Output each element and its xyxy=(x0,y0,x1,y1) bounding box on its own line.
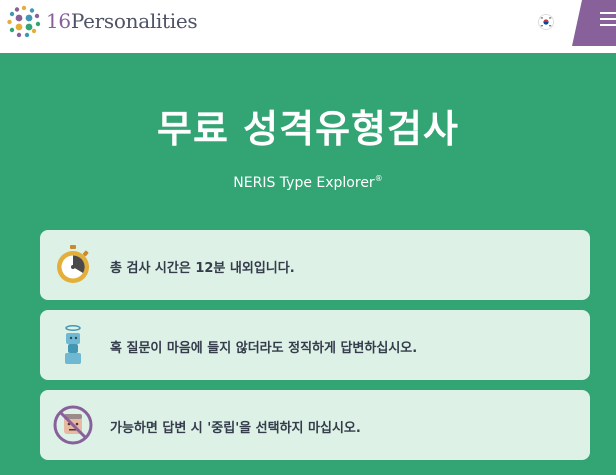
brand-text: Personalities xyxy=(70,9,198,33)
korea-flag-icon[interactable] xyxy=(538,14,554,30)
info-card-text: 가능하면 답변 시 '중립'을 선택하지 마십시오. xyxy=(110,421,361,436)
brand-name[interactable]: 16Personalities xyxy=(46,9,198,33)
info-card-time: 총 검사 시간은 12분 내외입니다. xyxy=(40,230,590,300)
info-card-neutral: 가능하면 답변 시 '중립'을 선택하지 마십시오. xyxy=(40,390,590,460)
brand-number: 16 xyxy=(46,9,71,33)
subtitle-text: NERIS Type Explorer xyxy=(233,175,375,191)
info-card-text: 총 검사 시간은 12분 내외입니다. xyxy=(110,261,295,276)
hamburger-menu-icon[interactable] xyxy=(600,12,616,30)
page-subtitle: NERIS Type Explorer® xyxy=(0,174,616,191)
registered-mark: ® xyxy=(374,174,383,183)
site-header: 16Personalities xyxy=(0,0,616,53)
info-card-text: 혹 질문이 마음에 들지 않더라도 정직하게 답변하십시오. xyxy=(110,341,418,356)
stopwatch-icon xyxy=(57,245,89,283)
info-card-honesty: 혹 질문이 마음에 들지 않더라도 정직하게 답변하십시오. xyxy=(40,310,590,380)
page-title: 무료 성격유형검사 xyxy=(157,107,459,151)
no-neutral-face-icon xyxy=(53,405,93,445)
logo-icon[interactable] xyxy=(6,4,42,40)
stacked-figure-halo-icon xyxy=(65,325,81,364)
